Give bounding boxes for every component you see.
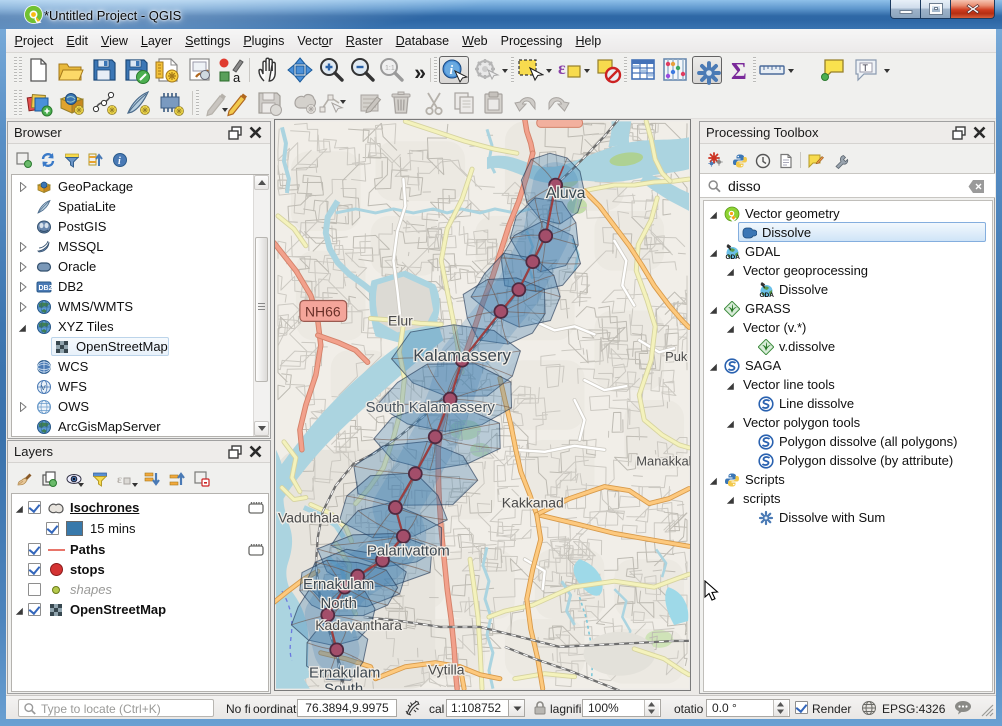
svg-text:V: V [41, 385, 46, 392]
svg-text:GDAL: GDAL [760, 292, 775, 298]
svg-text:Σ: Σ [731, 59, 747, 84]
svg-text:ε: ε [558, 58, 566, 78]
svg-text:GDAL: GDAL [726, 254, 741, 260]
svg-text:Elur: Elur [388, 312, 413, 328]
svg-text:Kadavanthara: Kadavanthara [315, 617, 402, 633]
svg-text:a: a [233, 70, 241, 84]
svg-text:South: South [324, 681, 363, 691]
svg-text:i: i [450, 62, 454, 77]
svg-text:»: » [414, 62, 426, 85]
svg-text:Ernakulam: Ernakulam [303, 576, 374, 593]
svg-text:ε: ε [117, 472, 122, 486]
svg-text:T: T [863, 63, 869, 73]
svg-text:Manakkaka: Manakkaka [636, 454, 691, 469]
svg-text:DB2: DB2 [39, 285, 53, 292]
svg-text:Kakkanad: Kakkanad [502, 495, 564, 511]
svg-text:Puk: Puk [665, 349, 688, 364]
svg-text:Vaduthala: Vaduthala [278, 509, 340, 525]
svg-text:Palarivattom: Palarivattom [367, 542, 450, 559]
svg-text:NH66: NH66 [305, 303, 341, 319]
svg-text:North: North [320, 595, 356, 612]
svg-text:Kalamassery: Kalamassery [413, 346, 511, 365]
svg-text:Vytilla: Vytilla [428, 662, 465, 678]
svg-text:Aluva: Aluva [546, 185, 586, 202]
svg-text:Ernakulam: Ernakulam [309, 665, 380, 682]
svg-text:1:1: 1:1 [385, 65, 395, 72]
svg-text:South Kalamassery: South Kalamassery [366, 399, 496, 416]
svg-text:i: i [118, 156, 121, 167]
